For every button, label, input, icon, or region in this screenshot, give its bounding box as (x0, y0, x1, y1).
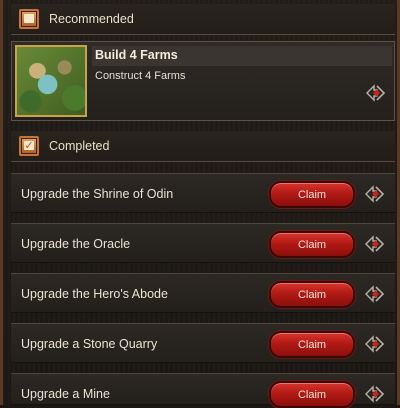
completed-header: Completed (11, 131, 395, 162)
list-item: Upgrade the Oracle Claim (11, 223, 395, 263)
quest-title: Build 4 Farms (95, 48, 178, 62)
recommended-label: Recommended (49, 12, 134, 26)
list-item: Upgrade the Shrine of Odin Claim (11, 173, 395, 213)
farm-thumbnail (15, 45, 87, 117)
claim-button[interactable]: Claim (269, 281, 355, 308)
claim-button[interactable]: Claim (269, 231, 355, 258)
goto-arrow-icon[interactable] (364, 80, 390, 106)
quest-description: Construct 4 Farms (95, 70, 186, 82)
claim-button[interactable]: Claim (269, 331, 355, 358)
recommended-quest[interactable]: Build 4 Farms Construct 4 Farms (11, 41, 395, 121)
quest-label: Upgrade the Shrine of Odin (21, 187, 174, 201)
goto-arrow-icon[interactable] (363, 281, 389, 307)
checkmark-scroll-icon (19, 136, 39, 156)
list-item: Upgrade the Hero's Abode Claim (11, 273, 395, 313)
goto-arrow-icon[interactable] (363, 381, 389, 407)
quest-label: Upgrade the Hero's Abode (21, 287, 168, 301)
list-item: Upgrade a Mine Claim (11, 373, 395, 408)
quest-label: Upgrade the Oracle (21, 237, 131, 251)
list-item: Upgrade a Stone Quarry Claim (11, 323, 395, 363)
goto-arrow-icon[interactable] (363, 331, 389, 357)
recommended-header: Recommended (11, 4, 395, 35)
quest-label: Upgrade a Mine (21, 387, 110, 401)
completed-label: Completed (49, 139, 110, 153)
goto-arrow-icon[interactable] (363, 181, 389, 207)
claim-button[interactable]: Claim (269, 181, 355, 208)
claim-button[interactable]: Claim (269, 381, 355, 408)
scroll-icon (19, 9, 39, 29)
quest-panel: Recommended Build 4 Farms Construct 4 Fa… (0, 0, 400, 408)
quest-label: Upgrade a Stone Quarry (21, 337, 158, 351)
goto-arrow-icon[interactable] (363, 231, 389, 257)
